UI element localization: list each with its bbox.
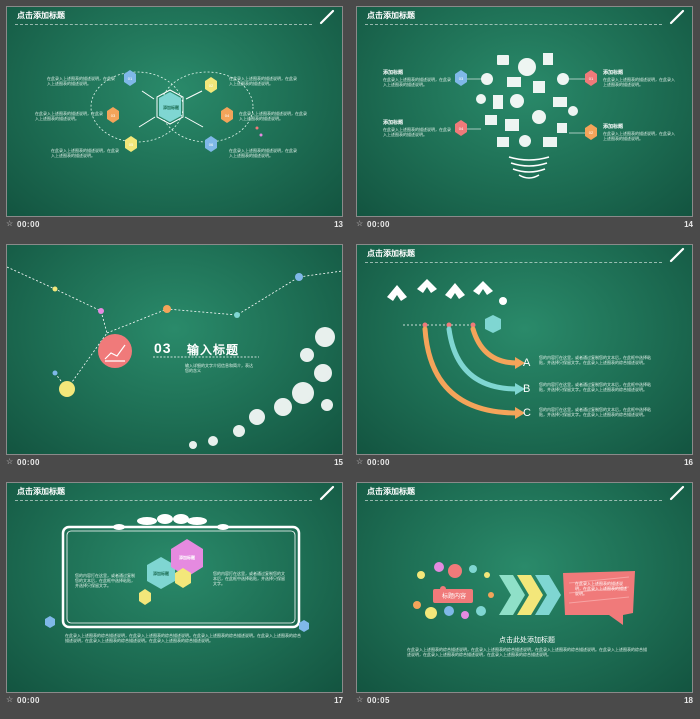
item-heading: 添加标题: [383, 70, 404, 76]
content-body: 在此录入上述图表的综合描述说明，在此录入上述图表的综合描述说明，在此录入上述图表…: [407, 647, 647, 657]
slide-canvas: 点击添加标题: [356, 6, 693, 217]
badge-label: 01: [127, 76, 133, 81]
description-text: 在此录入上述图表的描述说明，在此录入上述图表的描述说明。: [229, 148, 297, 158]
star-icon: ☆: [6, 695, 14, 704]
star-icon: ☆: [356, 219, 364, 228]
star-icon: ☆: [6, 457, 14, 466]
slide-number: 16: [684, 458, 693, 467]
slide-footer: ☆ 00:00 14: [356, 219, 693, 233]
right-description: 您的内容打在这里，或者通过复制您的文本后，在此框中选择粘贴，并选择只保留文字。: [213, 571, 285, 586]
badge-label: 06: [208, 142, 214, 147]
description-text: 在此录入上述图表的描述说明，在此录入上述图表的描述说明。: [51, 148, 119, 158]
description-text: 在此录入上述图表的描述说明，在此录入上述图表的描述说明。: [603, 77, 675, 87]
option-text: 您的内容打在这里，或者通过复制您的文本后，在此框中选择粘贴，并选择只保留文字。在…: [539, 355, 651, 365]
badge-label: 01: [588, 76, 594, 81]
description-text: 在此录入上述图表的描述说明，在此录入上述图表的描述说明。: [47, 76, 115, 86]
slide-canvas: 点击添加标题 添加标题 添加标题 您的内容打在这里，或者通过复制您的文本后，在此…: [6, 482, 343, 693]
slide-thumbnail-16[interactable]: 点击添加标题 A B C 您的内容打在这里，或者通过复制您的文本后，在此框中选择…: [350, 238, 694, 474]
badge-label: 03: [110, 113, 116, 118]
slide-footer: ☆ 00:00 15: [6, 457, 343, 471]
slide-timing: 00:00: [17, 696, 40, 705]
slide-footer: ☆ 00:05 18: [356, 695, 693, 709]
slide-canvas: 点击添加标题 A B C 您的内容打在这里，或者通过复制您的文本后，在此框中选择…: [356, 244, 693, 455]
left-description: 您的内容打在这里，或者通过复制您的文本后，在此框中选择粘贴，并选择只保留文字。: [75, 573, 135, 588]
slide-timing: 00:00: [367, 220, 390, 229]
description-text: 在此录入上述图表的描述说明，在此录入上述图表的描述说明。: [229, 76, 297, 86]
slide-timing: 00:00: [17, 458, 40, 467]
slide-canvas: 点击添加标题: [6, 6, 343, 217]
slide-canvas: 03 输入标题 输入详细的文字介绍信息和简介，表达您的含义: [6, 244, 343, 455]
lightbulb-illustration: [455, 53, 597, 179]
badge-label: 03: [458, 76, 464, 81]
description-text: 在此录入上述图表的描述说明，在此录入上述图表的描述说明。: [35, 111, 103, 121]
badge-label: 02: [208, 83, 214, 88]
slide-number: 13: [334, 220, 343, 229]
option-letter: B: [523, 383, 531, 395]
star-icon: ☆: [356, 457, 364, 466]
slide-thumbnail-15[interactable]: 03 输入标题 输入详细的文字介绍信息和简介，表达您的含义 ☆ 00:00 15: [0, 238, 344, 474]
description-text: 在此录入上述图表的描述说明，在此录入上述图表的描述说明。: [383, 77, 451, 87]
bottom-description: 在此录入上述图表的综合描述说明，在此录入上述图表的综合描述说明。在此录入上述图表…: [65, 633, 301, 643]
option-text: 您的内容打在这里，或者通过复制您的文本后，在此框中选择粘贴，并选择只保留文字。在…: [539, 407, 651, 417]
hex-label: 添加标题: [153, 571, 169, 576]
description-text: 在此录入上述图表的描述说明，在此录入上述图表的描述说明。: [603, 131, 675, 141]
slide-footer: ☆ 00:00 16: [356, 457, 693, 471]
center-label: 添加标题: [163, 105, 179, 110]
slide-timing: 00:05: [367, 696, 390, 705]
section-title: 输入标题: [187, 343, 240, 357]
slide-number: 18: [684, 696, 693, 705]
slide-timing: 00:00: [17, 220, 40, 229]
slide-footer: ☆ 00:00 13: [6, 219, 343, 233]
arrows-diagram: [387, 279, 525, 419]
section-description: 输入详细的文字介绍信息和简介，表达您的含义: [185, 363, 253, 373]
slide-timing: 00:00: [367, 458, 390, 467]
section-number: 03: [154, 340, 172, 356]
slide-thumbnail-17[interactable]: 点击添加标题 添加标题 添加标题 您的内容打在这里，或者通过复制您的文本后，在此…: [0, 476, 344, 712]
description-text: 在此录入上述图表的描述说明，在此录入上述图表的描述说明。: [239, 111, 307, 121]
slide-canvas: 点击添加标题: [356, 482, 693, 693]
option-letter: C: [523, 407, 531, 419]
slide-thumbnail-13[interactable]: 点击添加标题 添加标题 01 02 03 04 05 06 在此录入上述图表的描…: [0, 0, 344, 236]
slide-thumbnail-18[interactable]: 点击添加标题 标题内容 在此录入上述图表的描述说明，在此录入上述图表的描述说明。…: [350, 476, 694, 712]
option-text: 您的内容打在这里，或者通过复制您的文本后，在此框中选择粘贴，并选择只保留文字。在…: [539, 382, 651, 392]
slide-thumbnail-14[interactable]: 点击添加标题 03 01 04 02 添加标题 在此录入上述图表的描述说明，在此…: [350, 0, 694, 236]
star-icon: ☆: [6, 219, 14, 228]
badge-label: 04: [224, 113, 230, 118]
option-letter: A: [523, 357, 531, 369]
star-icon: ☆: [356, 695, 364, 704]
content-heading: 点击此处添加标题: [499, 637, 555, 644]
bubble-illustration: [413, 562, 635, 625]
slide-number: 15: [334, 458, 343, 467]
item-heading: 添加标题: [383, 120, 404, 126]
badge-label: 02: [588, 130, 594, 135]
slide-footer: ☆ 00:00 17: [6, 695, 343, 709]
hex-label: 添加标题: [179, 555, 195, 560]
slide-number: 17: [334, 696, 343, 705]
item-heading: 添加标题: [603, 70, 624, 76]
badge-label: 标题内容: [441, 594, 466, 600]
badge-label: 05: [128, 142, 134, 147]
description-text: 在此录入上述图表的描述说明，在此录入上述图表的描述说明。: [383, 127, 451, 137]
item-heading: 添加标题: [603, 124, 624, 130]
slide-number: 14: [684, 220, 693, 229]
section-illustration: [7, 266, 342, 449]
frame-illustration: [45, 514, 309, 632]
bubble-text: 在此录入上述图表的描述说明，在此录入上述图表的描述说明。: [575, 581, 627, 596]
badge-label: 04: [458, 126, 464, 131]
